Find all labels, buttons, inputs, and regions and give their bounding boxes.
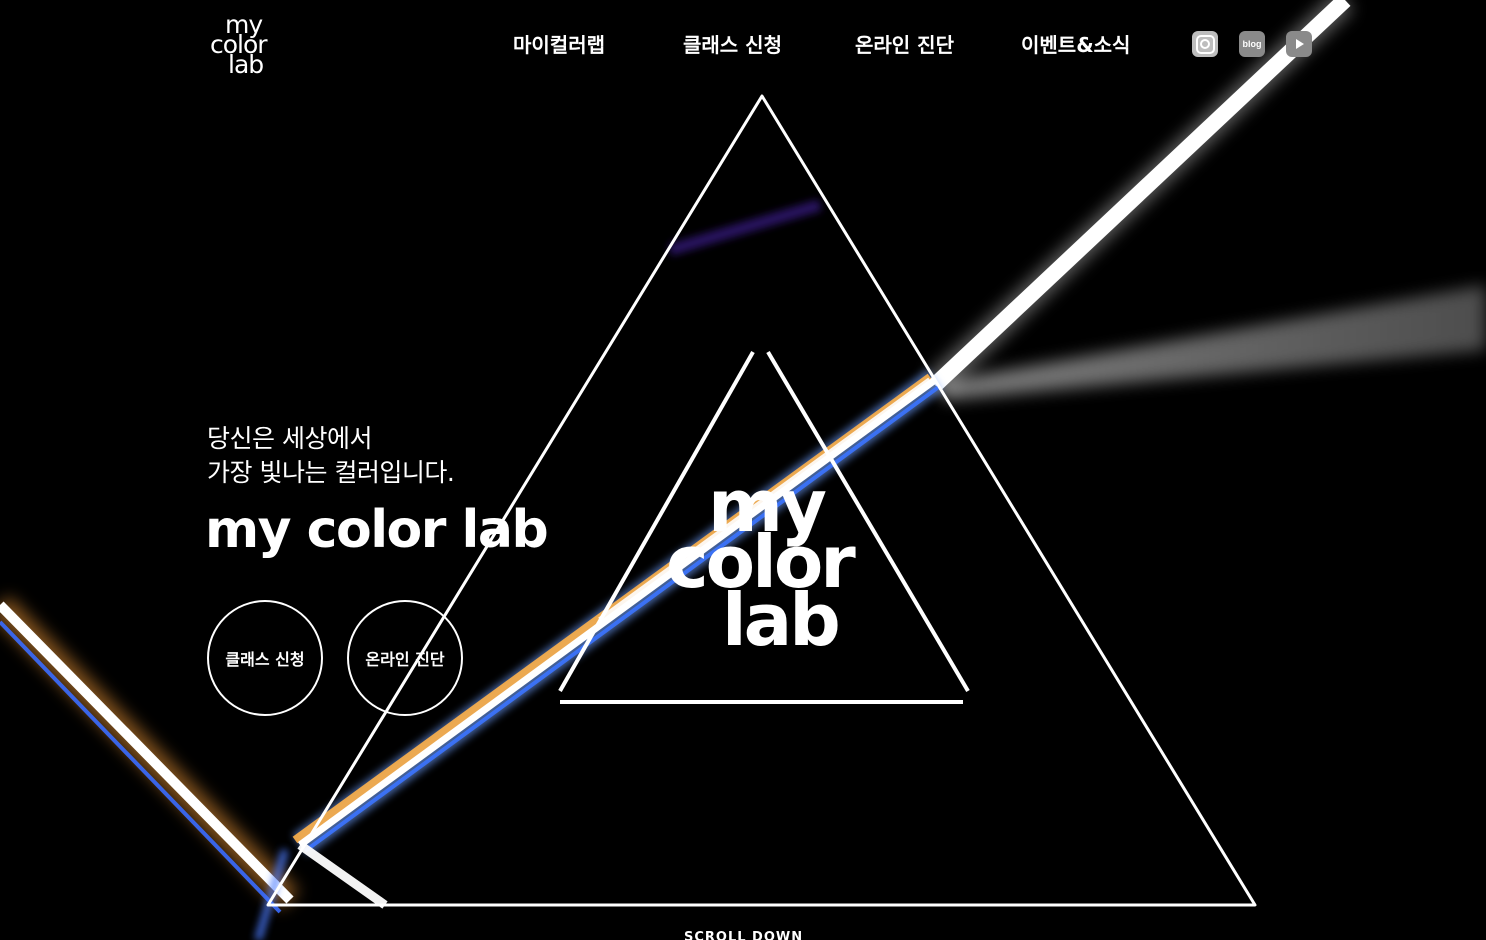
center-logo-lab: lab: [722, 578, 841, 662]
tagline-line-2: 가장 빛나는 컬러입니다.: [207, 458, 455, 487]
nav-item-online-diagnosis[interactable]: 온라인 진단: [855, 30, 954, 60]
play-icon: [1296, 39, 1304, 49]
prism-center-logo: my color lab: [660, 470, 870, 670]
blog-icon[interactable]: blog: [1239, 31, 1265, 57]
class-apply-button[interactable]: 클래스 신청: [207, 600, 323, 716]
blog-icon-label: blog: [1242, 39, 1262, 49]
instagram-lens: [1200, 39, 1210, 49]
nav-item-events-news[interactable]: 이벤트&소식: [1021, 30, 1130, 60]
bottom-left-ray-2: [297, 841, 388, 909]
hero-section: my color lab 마이컬러랩 클래스 신청 온라인 진단 이벤트&소식 …: [0, 0, 1486, 940]
scroll-down-indicator[interactable]: SCROLL DOWN: [684, 930, 803, 940]
instagram-icon[interactable]: [1192, 31, 1218, 57]
youtube-icon[interactable]: [1286, 31, 1312, 57]
hero-brand-name: my color lab: [205, 500, 549, 560]
online-diagnosis-button[interactable]: 온라인 진단: [347, 600, 463, 716]
tagline-line-1: 당신은 세상에서: [207, 424, 372, 453]
hero-tagline: 당신은 세상에서 가장 빛나는 컬러입니다.: [207, 422, 455, 490]
main-nav: 마이컬러랩 클래스 신청 온라인 진단 이벤트&소식 blog: [0, 0, 1486, 90]
nav-item-mycolorlab[interactable]: 마이컬러랩: [513, 30, 605, 60]
nav-item-class-apply[interactable]: 클래스 신청: [683, 30, 782, 60]
